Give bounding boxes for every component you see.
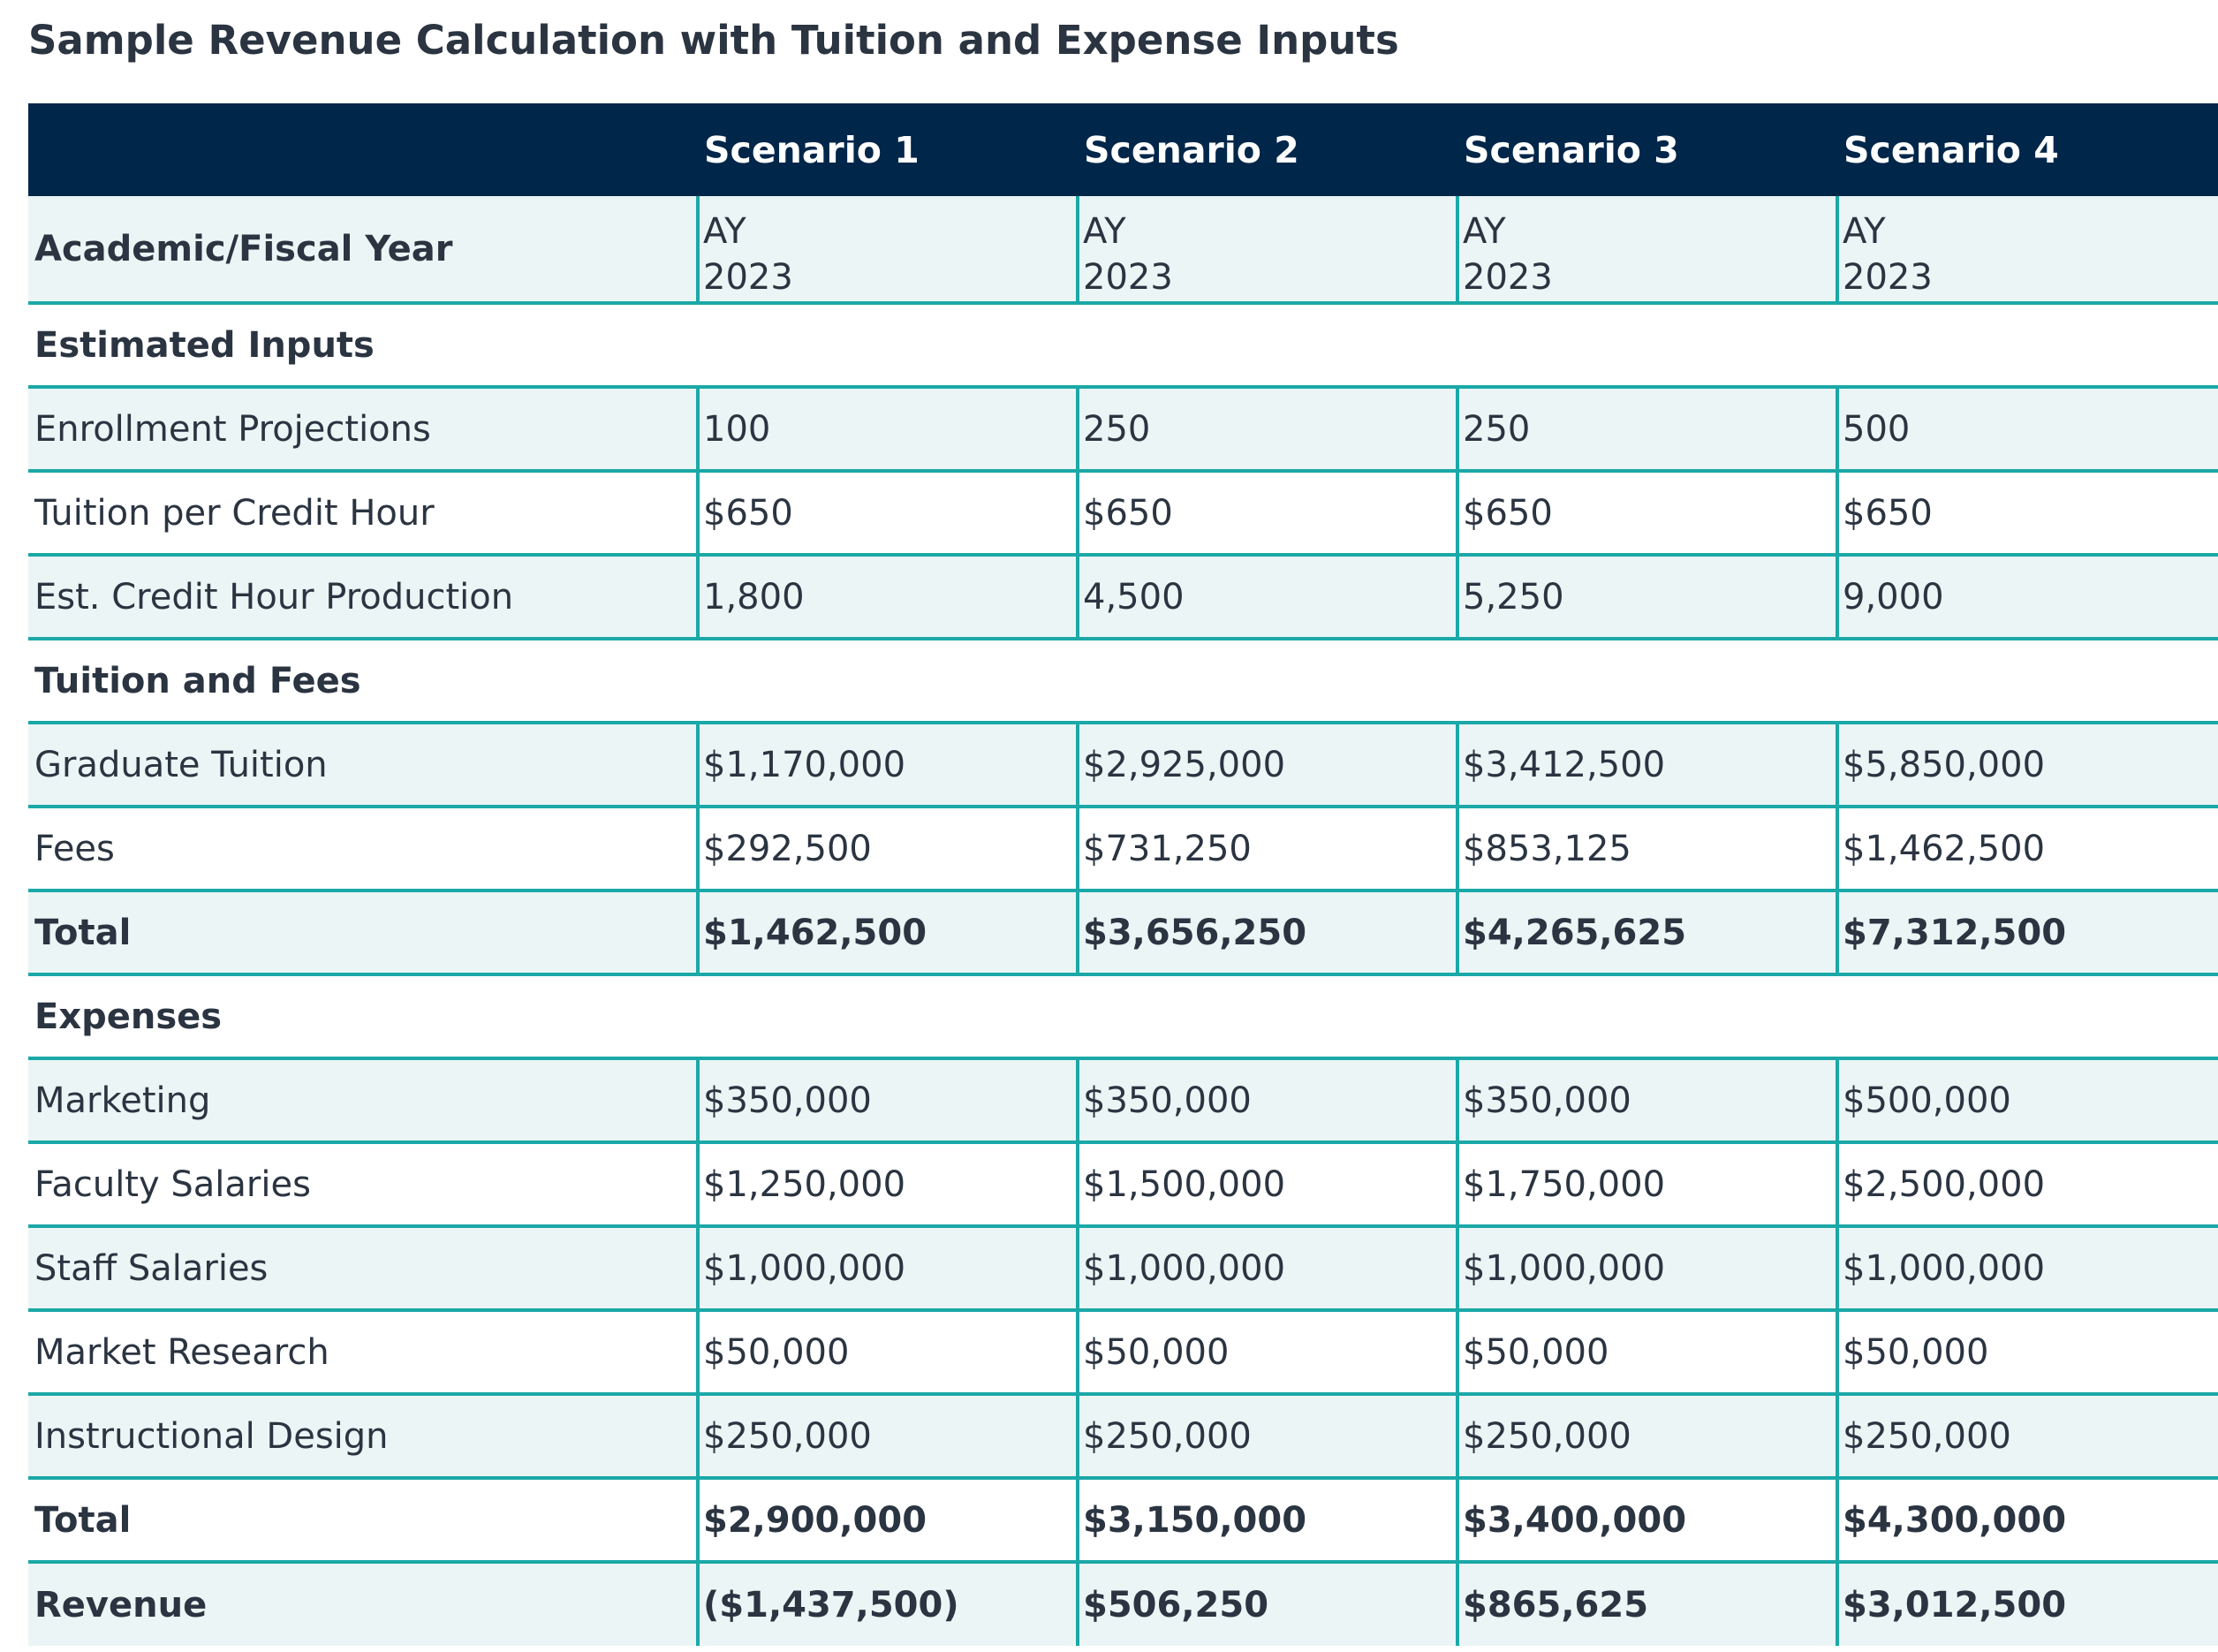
value-cell: $3,412,500 <box>1456 723 1837 808</box>
row-label: Fees <box>28 807 698 892</box>
table-row: Tuition per Credit Hour $650 $650 $650 $… <box>28 471 2218 557</box>
table-row: Marketing $350,000 $350,000 $350,000 $50… <box>28 1058 2218 1144</box>
value-cell: $650 <box>696 471 1078 557</box>
value-cell: $1,170,000 <box>696 723 1078 808</box>
total-cell: $3,150,000 <box>1076 1478 1457 1564</box>
value-cell: $250,000 <box>1076 1394 1457 1480</box>
section-header-expenses: Expenses <box>28 974 2218 1060</box>
value-cell: $731,250 <box>1076 807 1457 892</box>
row-label: Revenue <box>28 1562 698 1646</box>
year-cell: AY 2023 <box>1456 196 1837 305</box>
year-cell: AY 2023 <box>696 196 1078 305</box>
revenue-cell: $506,250 <box>1076 1562 1457 1646</box>
revenue-table: Scenario 1 Scenario 2 Scenario 3 Scenari… <box>28 103 2218 1646</box>
value-cell: $1,000,000 <box>696 1226 1078 1312</box>
table-row: Fees $292,500 $731,250 $853,125 $1,462,5… <box>28 807 2218 892</box>
value-cell: $1,000,000 <box>1836 1226 2218 1312</box>
year-cell: AY 2023 <box>1076 196 1457 305</box>
value-cell: 250 <box>1076 387 1457 473</box>
row-label: Tuition per Credit Hour <box>28 471 698 557</box>
section-title: Expenses <box>28 974 2218 1060</box>
total-cell: $3,400,000 <box>1456 1478 1837 1564</box>
value-cell: $2,500,000 <box>1836 1142 2218 1228</box>
value-cell: $50,000 <box>696 1310 1078 1396</box>
revenue-cell: ($1,437,500) <box>696 1562 1078 1646</box>
value-cell: $350,000 <box>696 1058 1078 1144</box>
row-label: Instructional Design <box>28 1394 698 1480</box>
total-cell: $4,265,625 <box>1456 890 1837 976</box>
header-scenario-3: Scenario 3 <box>1457 103 1837 196</box>
value-cell: 1,800 <box>696 555 1078 640</box>
section-title: Tuition and Fees <box>28 639 2218 724</box>
header-scenario-4: Scenario 4 <box>1837 103 2218 196</box>
section-header-tuition-and-fees: Tuition and Fees <box>28 639 2218 724</box>
table-header-row: Scenario 1 Scenario 2 Scenario 3 Scenari… <box>28 103 2218 196</box>
value-cell: $1,000,000 <box>1456 1226 1837 1312</box>
header-label-cell <box>28 103 698 196</box>
value-cell: 9,000 <box>1836 555 2218 640</box>
value-cell: $292,500 <box>696 807 1078 892</box>
value-cell: $250,000 <box>696 1394 1078 1480</box>
revenue-row: Revenue ($1,437,500) $506,250 $865,625 $… <box>28 1562 2218 1646</box>
revenue-cell: $865,625 <box>1456 1562 1837 1646</box>
value-cell: $1,000,000 <box>1076 1226 1457 1312</box>
value-cell: $1,500,000 <box>1076 1142 1457 1228</box>
total-cell: $3,656,250 <box>1076 890 1457 976</box>
value-cell: $1,750,000 <box>1456 1142 1837 1228</box>
section-title: Estimated Inputs <box>28 303 2218 389</box>
revenue-cell: $3,012,500 <box>1836 1562 2218 1646</box>
value-cell: $650 <box>1836 471 2218 557</box>
page-title: Sample Revenue Calculation with Tuition … <box>28 17 1399 64</box>
value-cell: $50,000 <box>1456 1310 1837 1396</box>
total-cell: $4,300,000 <box>1836 1478 2218 1564</box>
row-label: Market Research <box>28 1310 698 1396</box>
value-cell: 500 <box>1836 387 2218 473</box>
value-cell: $500,000 <box>1836 1058 2218 1144</box>
total-row: Total $1,462,500 $3,656,250 $4,265,625 $… <box>28 890 2218 976</box>
value-cell: $50,000 <box>1076 1310 1457 1396</box>
row-label: Est. Credit Hour Production <box>28 555 698 640</box>
total-cell: $7,312,500 <box>1836 890 2218 976</box>
value-cell: $1,250,000 <box>696 1142 1078 1228</box>
row-label: Marketing <box>28 1058 698 1144</box>
row-label: Total <box>28 890 698 976</box>
value-cell: $1,462,500 <box>1836 807 2218 892</box>
value-cell: $650 <box>1456 471 1837 557</box>
header-scenario-1: Scenario 1 <box>698 103 1078 196</box>
table-row: Est. Credit Hour Production 1,800 4,500 … <box>28 555 2218 640</box>
table-row: Market Research $50,000 $50,000 $50,000 … <box>28 1310 2218 1396</box>
section-header-estimated-inputs: Estimated Inputs <box>28 303 2218 389</box>
total-row: Total $2,900,000 $3,150,000 $3,400,000 $… <box>28 1478 2218 1564</box>
value-cell: 100 <box>696 387 1078 473</box>
total-cell: $2,900,000 <box>696 1478 1078 1564</box>
value-cell: $853,125 <box>1456 807 1837 892</box>
row-label: Academic/Fiscal Year <box>28 196 698 305</box>
value-cell: 4,500 <box>1076 555 1457 640</box>
year-cell: AY 2023 <box>1836 196 2218 305</box>
value-cell: $2,925,000 <box>1076 723 1457 808</box>
value-cell: $250,000 <box>1836 1394 2218 1480</box>
header-scenario-2: Scenario 2 <box>1078 103 1457 196</box>
value-cell: $350,000 <box>1456 1058 1837 1144</box>
row-label: Graduate Tuition <box>28 723 698 808</box>
row-label: Enrollment Projections <box>28 387 698 473</box>
value-cell: $250,000 <box>1456 1394 1837 1480</box>
table-row: Staff Salaries $1,000,000 $1,000,000 $1,… <box>28 1226 2218 1312</box>
value-cell: $650 <box>1076 471 1457 557</box>
row-label: Total <box>28 1478 698 1564</box>
table-row: Faculty Salaries $1,250,000 $1,500,000 $… <box>28 1142 2218 1228</box>
value-cell: $50,000 <box>1836 1310 2218 1396</box>
total-cell: $1,462,500 <box>696 890 1078 976</box>
table-row: Graduate Tuition $1,170,000 $2,925,000 $… <box>28 723 2218 808</box>
table-row: Enrollment Projections 100 250 250 500 <box>28 387 2218 473</box>
row-label: Faculty Salaries <box>28 1142 698 1228</box>
value-cell: $5,850,000 <box>1836 723 2218 808</box>
value-cell: 5,250 <box>1456 555 1837 640</box>
year-row: Academic/Fiscal Year AY 2023 AY 2023 AY 202… <box>28 196 2218 305</box>
table-row: Instructional Design $250,000 $250,000 $… <box>28 1394 2218 1480</box>
value-cell: $350,000 <box>1076 1058 1457 1144</box>
row-label: Staff Salaries <box>28 1226 698 1312</box>
value-cell: 250 <box>1456 387 1837 473</box>
